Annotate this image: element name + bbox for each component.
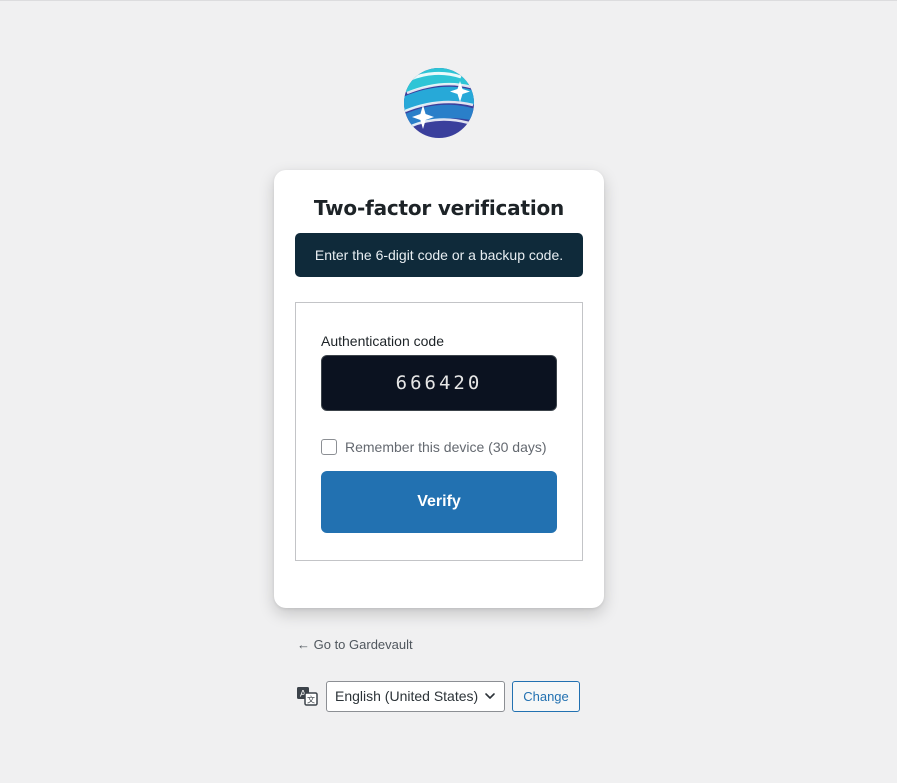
change-language-button[interactable]: Change (512, 680, 580, 712)
back-to-site-link[interactable]: ← Go to Gardevault (297, 637, 413, 652)
chevron-down-icon (485, 693, 495, 699)
verify-button[interactable]: Verify (321, 471, 557, 533)
site-logo (403, 67, 475, 139)
svg-text:文: 文 (307, 695, 315, 705)
language-select-value: English (United States) (335, 688, 479, 704)
language-switcher: A 文 English (United States) Change (296, 680, 580, 712)
translate-icon: A 文 (297, 687, 318, 706)
two-factor-form: Authentication code Remember this device… (295, 302, 583, 561)
code-label: Authentication code (321, 333, 444, 349)
remember-device-checkbox[interactable] (321, 439, 337, 455)
remember-device-row[interactable]: Remember this device (30 days) (321, 437, 547, 457)
info-notice: Enter the 6-digit code or a backup code. (295, 233, 583, 277)
language-select[interactable]: English (United States) (326, 680, 505, 712)
authentication-code-input[interactable] (321, 355, 557, 411)
page-title: Two-factor verification (313, 196, 565, 220)
login-card: Two-factor verification Enter the 6-digi… (274, 170, 604, 608)
remember-device-label[interactable]: Remember this device (30 days) (345, 439, 547, 455)
globe-sparkle-logo-icon (404, 68, 474, 138)
